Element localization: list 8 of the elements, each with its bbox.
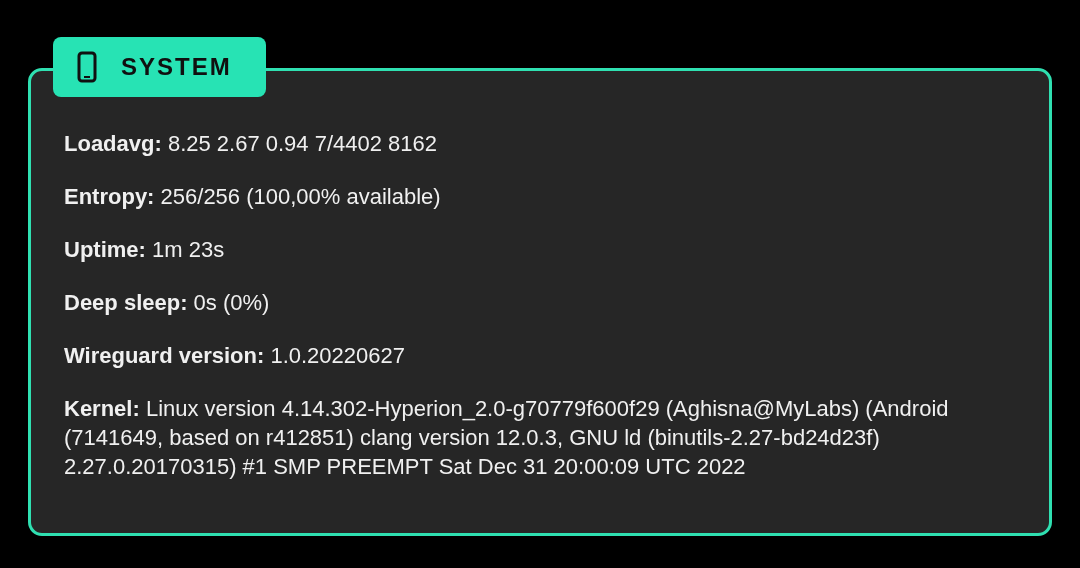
info-line: Deep sleep: 0s (0%) xyxy=(64,289,271,317)
info-line: Uptime: 1m 23s xyxy=(64,236,226,264)
section-title: SYSTEM xyxy=(121,53,232,81)
info-line: Entropy: 256/256 (100,00% available) xyxy=(64,183,442,211)
info-line: Kernel: Linux version 4.14.302-Hyperion_2.0-g70779f600f29 (Aghisna@MyLabs) (Android (7141649, based on r412851) clang version 12.0.3, GNU ld (binutils-2.27-bd24d23f) 2.27.0.20170315) #1 SMP PREEMPT Sat Dec 31 20:00:09 UTC 2022 xyxy=(64,395,950,481)
info-line: Loadavg: 8.25 2.67 0.94 7/4402 8162 xyxy=(64,130,439,158)
info-line: Wireguard version: 1.0.20220627 xyxy=(64,342,406,370)
phone-icon xyxy=(77,51,97,83)
